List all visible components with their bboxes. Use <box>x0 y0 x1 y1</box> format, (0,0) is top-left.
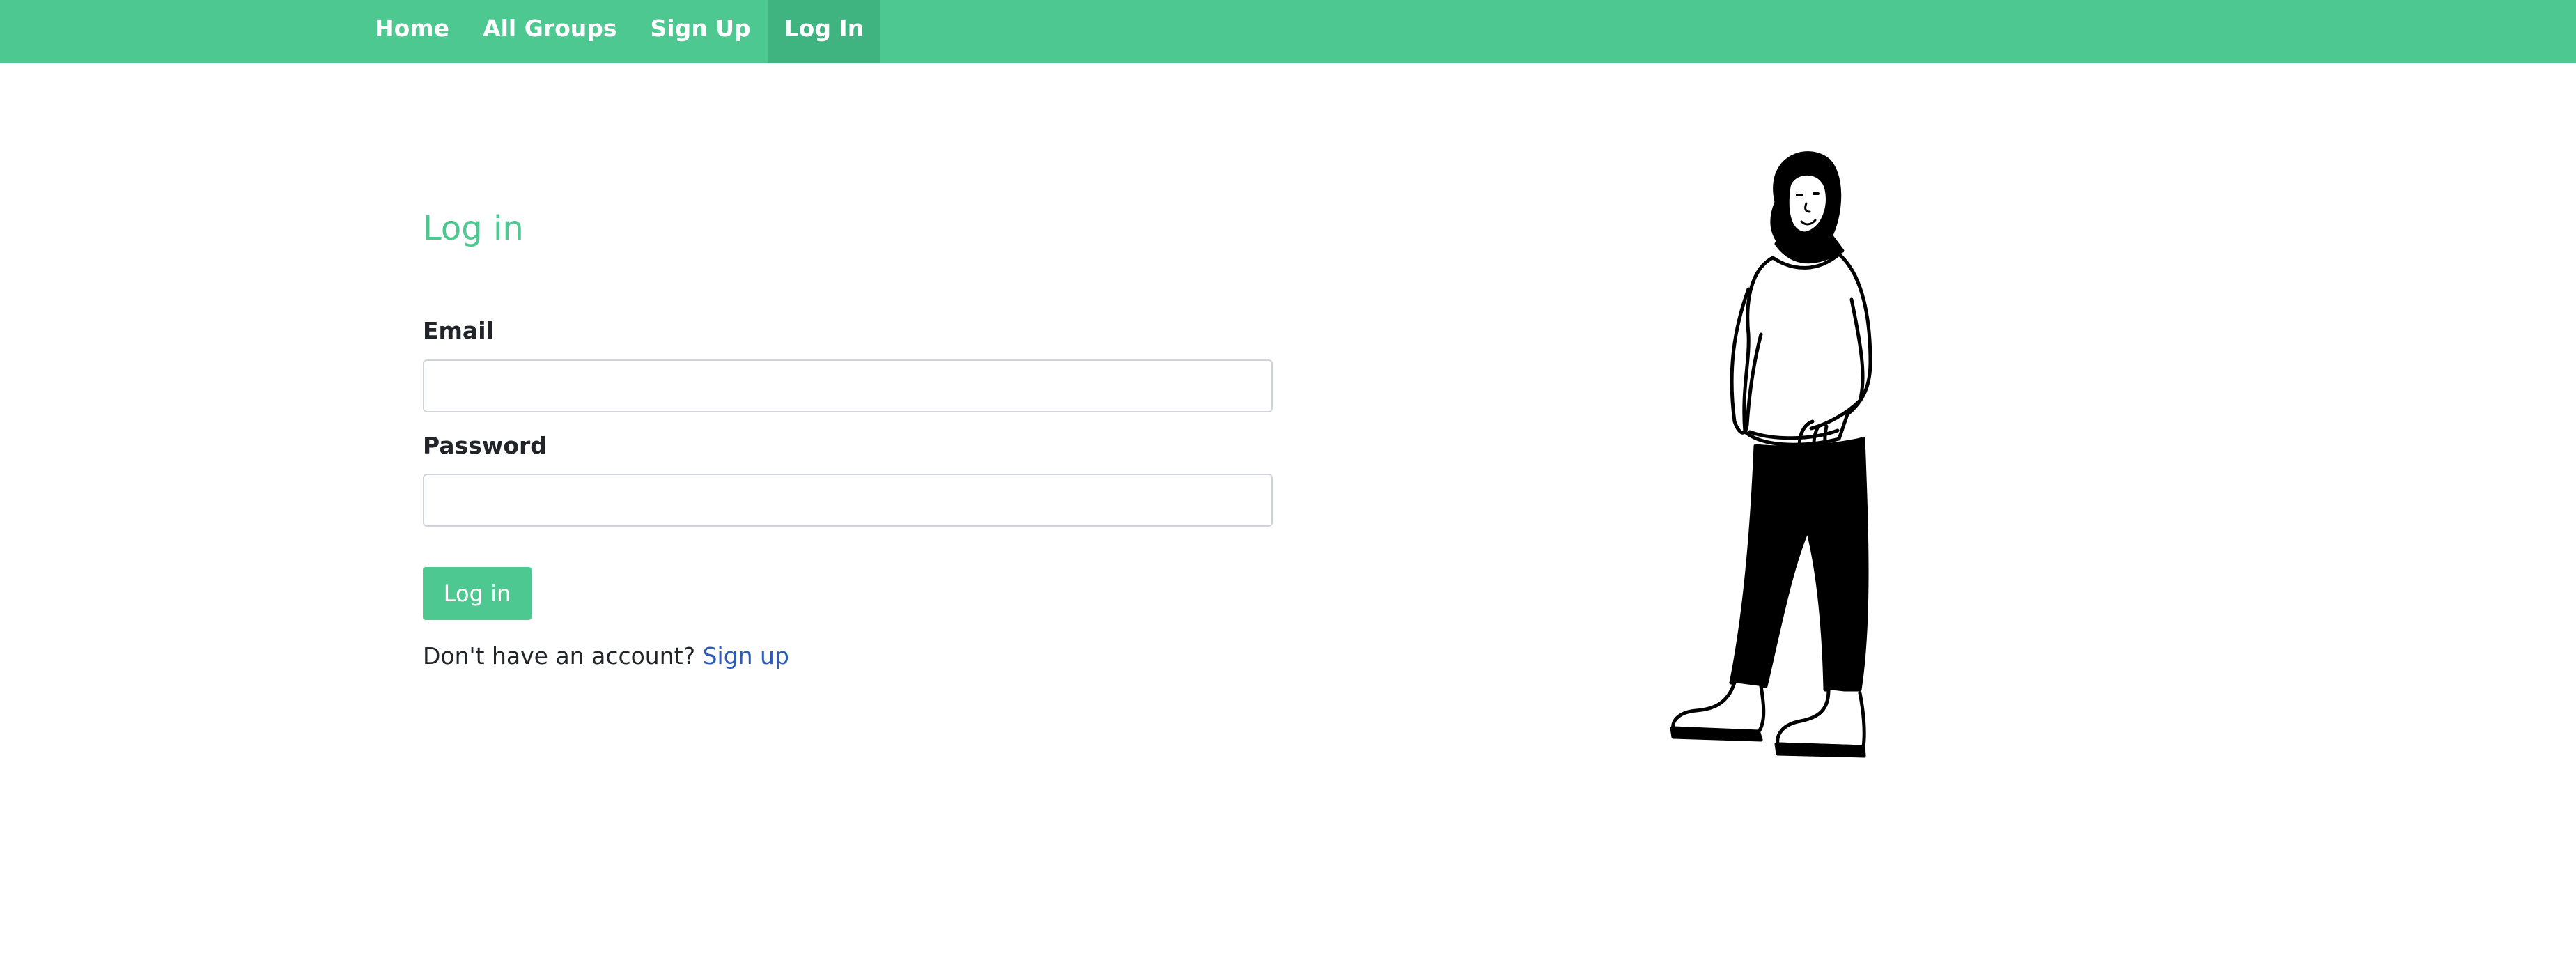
signup-prompt: Don't have an account? Sign up <box>423 642 789 669</box>
nav-all-groups[interactable]: All Groups <box>466 0 633 63</box>
signup-prompt-text: Don't have an account? <box>423 642 696 669</box>
email-label: Email <box>423 317 494 344</box>
page-title: Log in <box>423 209 524 248</box>
email-field[interactable] <box>423 359 1273 412</box>
nav-sign-up[interactable]: Sign Up <box>634 0 768 63</box>
standing-woman-illustration <box>1670 151 1872 758</box>
top-navbar: Home All Groups Sign Up Log In <box>0 0 2576 63</box>
nav-home[interactable]: Home <box>358 0 466 63</box>
nav-log-in[interactable]: Log In <box>767 0 881 63</box>
password-field[interactable] <box>423 474 1273 527</box>
login-button[interactable]: Log in <box>423 567 532 620</box>
nav-links: Home All Groups Sign Up Log In <box>358 0 881 63</box>
password-label: Password <box>423 432 547 459</box>
signup-link[interactable]: Sign up <box>703 642 789 669</box>
